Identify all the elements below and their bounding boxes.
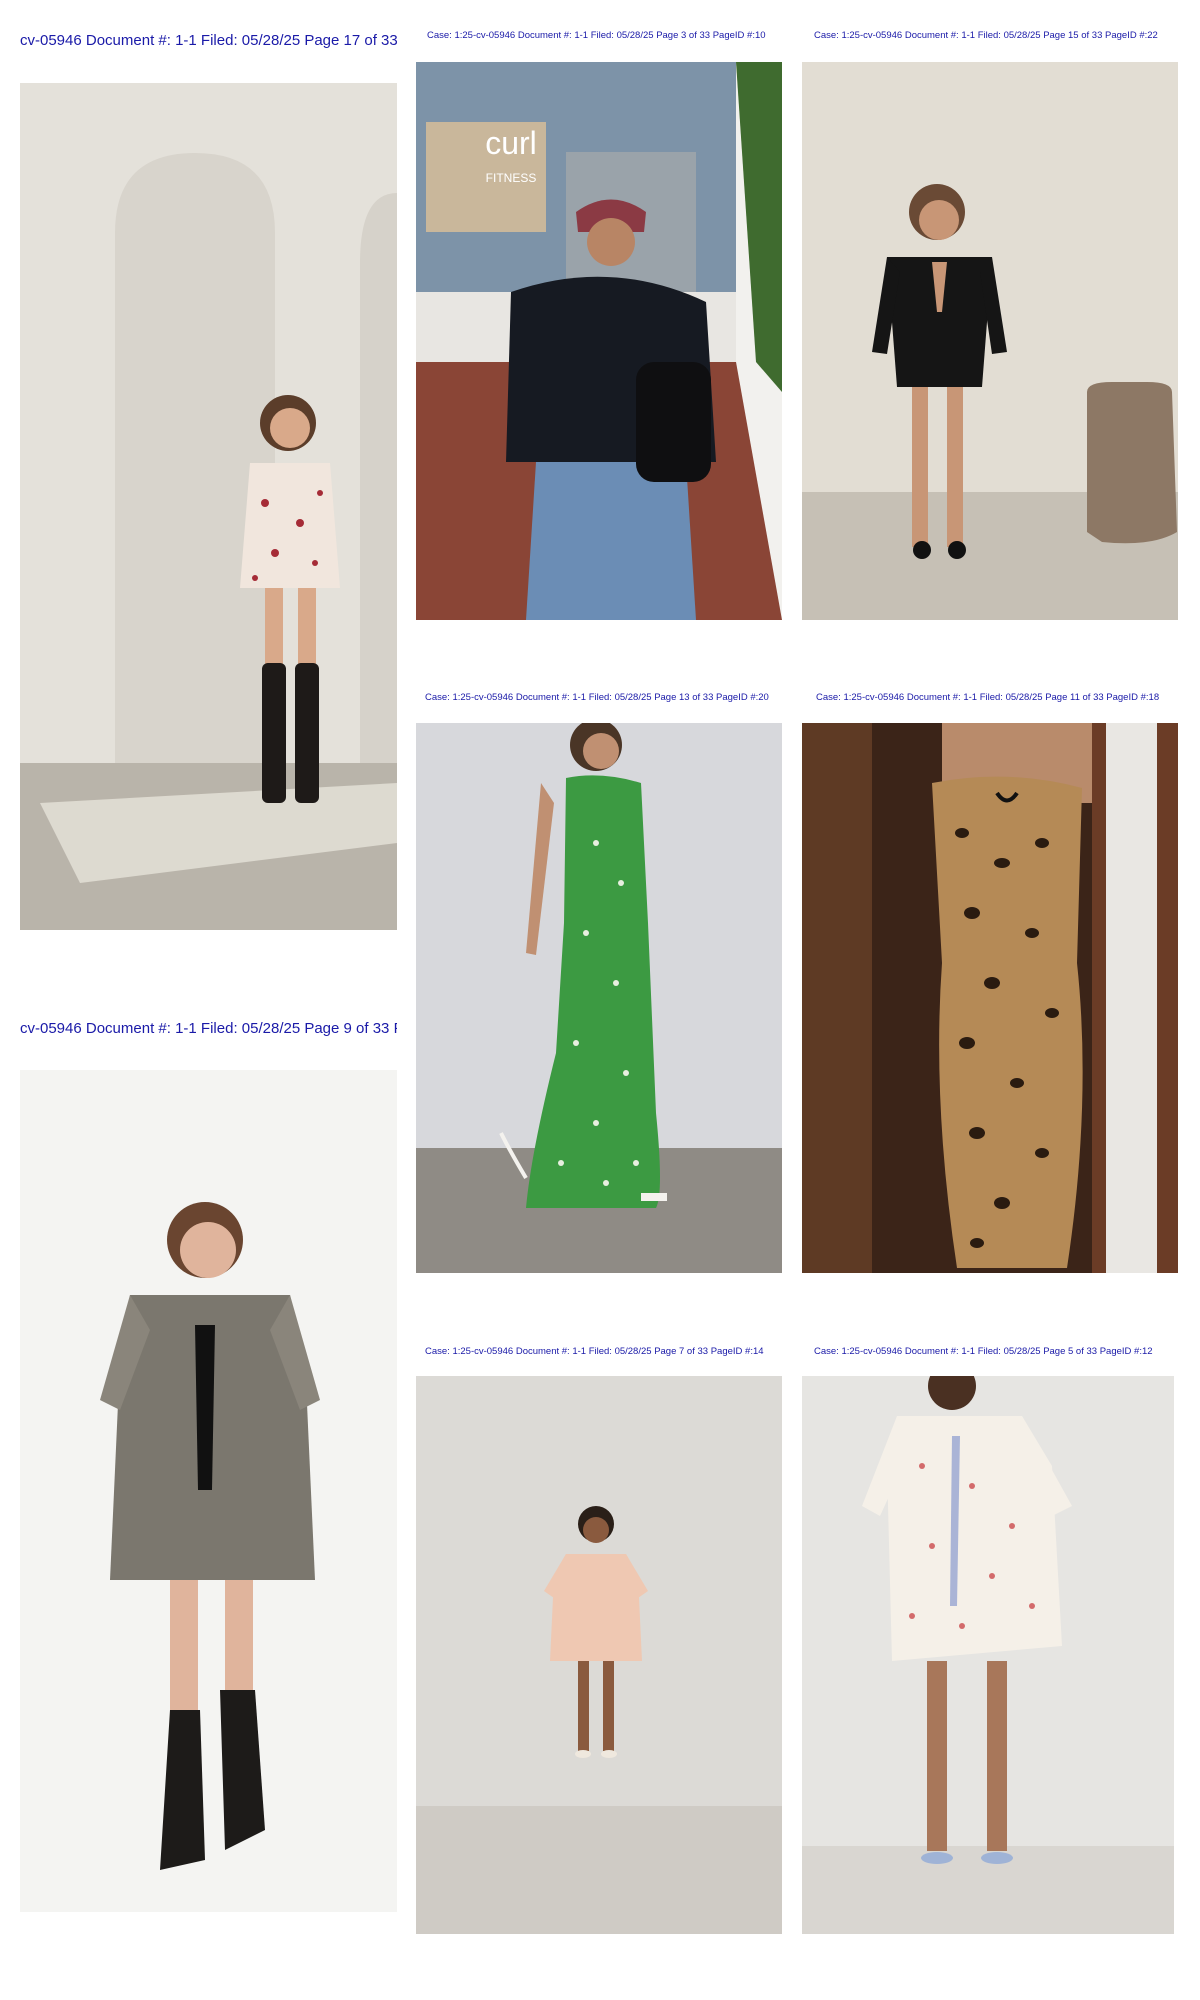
product-photo: [416, 1376, 782, 1934]
storefront-sign-text: curl: [485, 125, 537, 161]
document-header: Case: 1:25-cv-05946 Document #: 1-1 File…: [814, 30, 1158, 41]
document-header: cv-05946 Document #: 1-1 Filed: 05/28/25…: [20, 1020, 397, 1037]
product-photo: [802, 62, 1178, 620]
product-photo: [416, 723, 782, 1273]
product-photo: [20, 1070, 397, 1912]
document-header: Case: 1:25-cv-05946 Document #: 1-1 File…: [816, 692, 1160, 703]
document-header: cv-05946 Document #: 1-1 Filed: 05/28/25…: [20, 32, 397, 49]
document-header: Case: 1:25-cv-05946 Document #: 1-1 File…: [425, 1346, 764, 1357]
document-header: Case: 1:25-cv-05946 Document #: 1-1 File…: [427, 30, 766, 41]
product-photo: [802, 1376, 1174, 1934]
product-photo: curl FITNESS: [416, 62, 782, 620]
document-header: Case: 1:25-cv-05946 Document #: 1-1 File…: [425, 692, 769, 703]
document-header: Case: 1:25-cv-05946 Document #: 1-1 File…: [814, 1346, 1153, 1357]
product-photo: [20, 83, 397, 930]
product-photo: [802, 723, 1178, 1273]
storefront-sign-subtext: FITNESS: [486, 171, 537, 185]
